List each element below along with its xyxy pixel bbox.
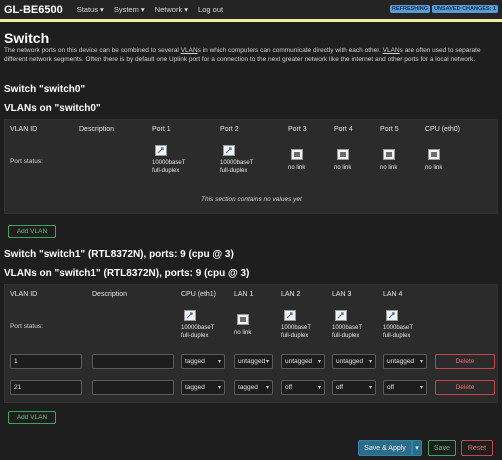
save-apply-dropdown-toggle[interactable]: ▾ [412, 440, 422, 456]
lan-1-select[interactable]: tagged ▾ [234, 380, 273, 395]
col-cpu-eth1: CPU (eth1) [181, 291, 217, 298]
menu-status[interactable]: Status ▾ [77, 5, 104, 14]
chevron-down-icon: ▾ [419, 359, 423, 365]
chevron-down-icon: ▾ [415, 445, 419, 452]
switch1-vlan-table: VLAN ID Description CPU (eth1) LAN 1 LAN… [4, 284, 498, 403]
chevron-down-icon: ▾ [419, 385, 423, 391]
vlan-description-input[interactable] [92, 354, 174, 369]
save-button[interactable]: Save [428, 440, 456, 456]
chevron-down-icon: ▾ [368, 385, 372, 391]
switch0-vlan-table: VLAN ID Description Port 1 Port 2 Port 3… [4, 119, 498, 214]
col-cpu-eth0: CPU (eth0) [425, 126, 461, 133]
port-3-status: no link [288, 165, 306, 171]
delete-vlan-button[interactable]: Delete [435, 380, 495, 395]
vlan-description-input[interactable] [92, 380, 174, 395]
header-accent-line [0, 19, 502, 22]
lan-2-status: 1000baseT full-duplex [281, 325, 312, 339]
add-vlan-button[interactable]: Add VLAN [8, 411, 56, 424]
menu-logout[interactable]: Log out [198, 5, 223, 14]
lan-4-status: 1000baseT full-duplex [383, 325, 414, 339]
col-lan-2: LAN 2 [281, 291, 301, 298]
empty-section-note: This section contains no values yet [201, 196, 302, 203]
col-description: Description [92, 291, 128, 298]
switch1-title: Switch "switch1" (RTL8372N), ports: 9 (c… [4, 249, 234, 260]
port-disconnected-icon [337, 149, 349, 160]
col-lan-3: LAN 3 [332, 291, 352, 298]
port-5-status: no link [380, 165, 398, 171]
lan-3-select[interactable]: untagged ▾ [332, 354, 376, 369]
chevron-down-icon: ▾ [368, 359, 372, 365]
port-disconnected-icon [291, 149, 303, 160]
cpu-eth1-select[interactable]: tagged ▾ [181, 354, 225, 369]
switch0-title: Switch "switch0" [4, 84, 86, 95]
lan-4-select[interactable]: untagged ▾ [383, 354, 427, 369]
lan-2-select[interactable]: off ▾ [281, 380, 325, 395]
chevron-down-icon: ▾ [265, 359, 269, 365]
col-port-5: Port 5 [380, 126, 399, 133]
col-description: Description [79, 126, 115, 133]
port-status-label: Port status: [10, 158, 43, 165]
lan-4-select[interactable]: off ▾ [383, 380, 427, 395]
col-lan-1: LAN 1 [234, 291, 254, 298]
lan-2-select[interactable]: untagged ▾ [281, 354, 325, 369]
delete-vlan-button[interactable]: Delete [435, 354, 495, 369]
lan-1-status: no link [234, 330, 252, 336]
port-1-status: 10000baseT full-duplex [152, 160, 186, 174]
cpu-eth1-select[interactable]: tagged ▾ [181, 380, 225, 395]
port-connected-icon [284, 310, 296, 321]
port-connected-icon [184, 310, 196, 321]
col-port-4: Port 4 [334, 126, 353, 133]
menu-network[interactable]: Network ▾ [155, 5, 188, 14]
save-apply-button[interactable]: Save & Apply [358, 440, 412, 456]
chevron-down-icon: ▾ [317, 359, 321, 365]
col-port-2: Port 2 [220, 126, 239, 133]
port-connected-icon [386, 310, 398, 321]
status-badges: REFRESHING UNSAVED CHANGES: 1 [390, 5, 498, 13]
top-navbar: GL-BE6500 Status ▾ System ▾ Network ▾ Lo… [0, 0, 502, 19]
port-status-label: Port status: [10, 323, 43, 330]
menu-system[interactable]: System ▾ [114, 5, 145, 14]
chevron-down-icon: ▾ [217, 359, 221, 365]
lan-3-status: 1000baseT full-duplex [332, 325, 363, 339]
cpu-eth0-status: no link [425, 165, 443, 171]
brand-title[interactable]: GL-BE6500 [4, 4, 63, 16]
port-connected-icon [155, 145, 167, 156]
cpu-eth1-status: 10000baseT full-duplex [181, 325, 215, 339]
lan-3-select[interactable]: off ▾ [332, 380, 376, 395]
lan-1-select[interactable]: untagged ▾ [234, 354, 273, 369]
col-port-1: Port 1 [152, 126, 171, 133]
add-vlan-button[interactable]: Add VLAN [8, 225, 56, 238]
port-disconnected-icon [383, 149, 395, 160]
reset-button[interactable]: Reset [461, 440, 493, 456]
page-title: Switch [4, 30, 50, 46]
refreshing-badge[interactable]: REFRESHING [390, 5, 431, 13]
page-footer: Save & Apply ▾ Save Reset [0, 436, 502, 460]
col-lan-4: LAN 4 [383, 291, 403, 298]
unsaved-changes-badge[interactable]: UNSAVED CHANGES: 1 [432, 5, 498, 13]
switch0-vlans-title: VLANs on "switch0" [4, 103, 101, 114]
col-vlan-id: VLAN ID [10, 291, 38, 298]
vlan-id-input[interactable]: 21 [10, 380, 82, 395]
col-port-3: Port 3 [288, 126, 307, 133]
chevron-down-icon: ▾ [317, 385, 321, 391]
main-menu: Status ▾ System ▾ Network ▾ Log out [77, 5, 223, 14]
page-description: The network ports on this device can be … [4, 47, 481, 63]
vlan-abbr: VLAN [382, 47, 400, 54]
port-2-status: 10000baseT full-duplex [220, 160, 254, 174]
port-disconnected-icon [237, 314, 249, 325]
port-disconnected-icon [428, 149, 440, 160]
chevron-down-icon: ▾ [265, 385, 269, 391]
col-vlan-id: VLAN ID [10, 126, 38, 133]
port-4-status: no link [334, 165, 352, 171]
chevron-down-icon: ▾ [217, 385, 221, 391]
vlan-id-input[interactable]: 1 [10, 354, 82, 369]
port-connected-icon [223, 145, 235, 156]
port-connected-icon [335, 310, 347, 321]
vlan-abbr: VLAN [180, 47, 198, 54]
switch1-vlans-title: VLANs on "switch1" (RTL8372N), ports: 9 … [4, 268, 250, 279]
